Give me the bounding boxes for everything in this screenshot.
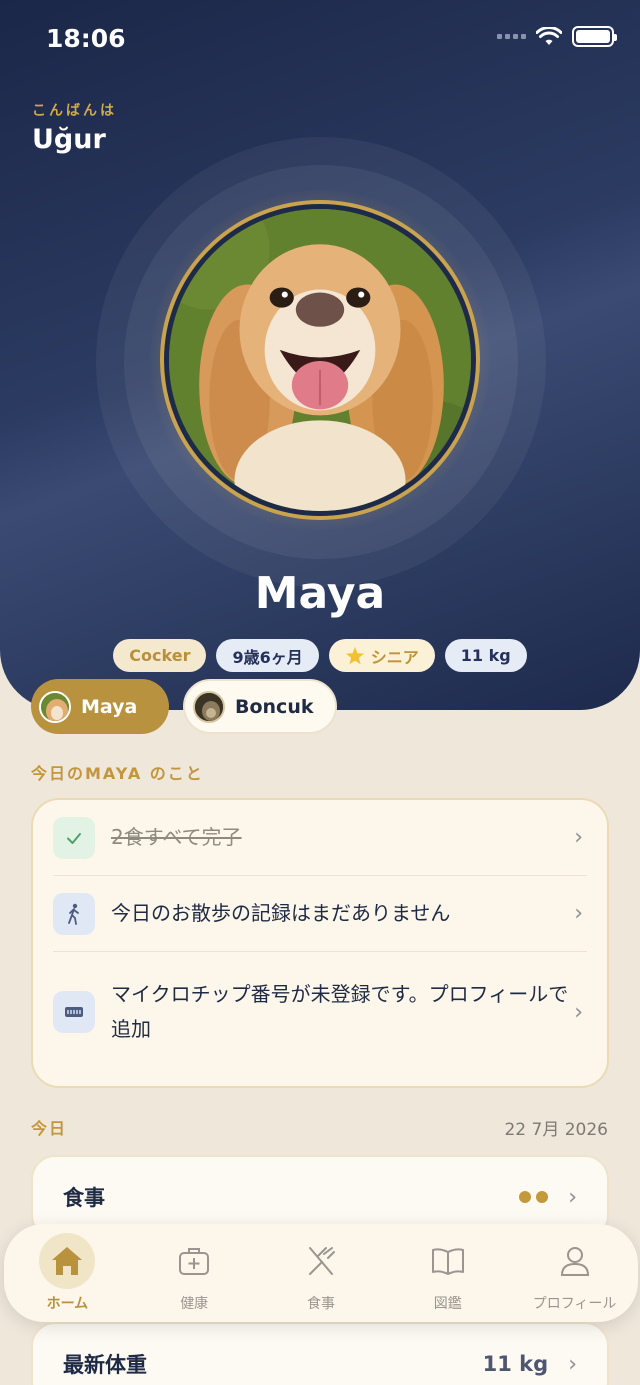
today-date: 22 7月 2026 (504, 1120, 608, 1140)
tab-label: プロフィール (532, 1296, 617, 1312)
weight-tag: 11 kg (444, 639, 527, 672)
task-text: 2食すべて完了 (111, 825, 242, 849)
home-icon (39, 1233, 96, 1289)
tab-bar: ホーム 健康 食事 図鑑 プロフィール (4, 1224, 638, 1322)
today-label: 今日 (31, 1119, 68, 1138)
wifi-icon (536, 26, 562, 45)
person-icon (547, 1233, 603, 1289)
hero-header: 18:06 こんばんは Uğur Maya Cocker 9歳6ヶ月 シニア 1… (0, 0, 640, 710)
senior-tag: シニア (328, 639, 435, 672)
weight-card[interactable]: 最新体重 11 kg › (31, 1322, 609, 1385)
breed-tag: Cocker (113, 639, 207, 672)
user-name: Uğur (32, 124, 106, 155)
task-text: 今日のお散歩の記録はまだありません (111, 901, 451, 925)
meal-dots (519, 1191, 549, 1203)
task-text: マイクロチップ番号が未登録です。プロフィールで追加 (111, 982, 569, 1041)
tab-encyclopedia[interactable]: 図鑑 (388, 1233, 508, 1313)
status-indicators (497, 26, 617, 47)
book-icon (420, 1233, 476, 1289)
battery-icon (572, 26, 617, 47)
tab-label: ホーム (46, 1296, 89, 1312)
pet-photo-image (169, 209, 471, 511)
meal-card-title: 食事 (63, 1186, 105, 1210)
greeting-label: こんばんは (32, 103, 117, 119)
tasks-card: 2食すべて完了 › 今日のお散歩の記録はまだありません › マイクロチップ番号が… (31, 798, 609, 1088)
status-time: 18:06 (46, 24, 126, 53)
pet-chip-label: Maya (81, 695, 138, 718)
tab-label: 図鑑 (433, 1296, 462, 1312)
pet-name-title: Maya (254, 568, 386, 619)
tab-profile[interactable]: プロフィール (515, 1233, 635, 1313)
tab-label: 健康 (180, 1296, 209, 1312)
microchip-icon (53, 991, 95, 1033)
fork-knife-icon (293, 1233, 349, 1289)
tab-health[interactable]: 健康 (134, 1233, 254, 1313)
chevron-right-icon: › (574, 901, 583, 926)
avatar (39, 690, 71, 723)
avatar (193, 690, 225, 723)
pet-chip-label: Boncuk (235, 695, 314, 718)
tab-home[interactable]: ホーム (7, 1233, 127, 1313)
tasks-section-label: 今日のMAYA のこと (31, 764, 204, 783)
age-tag: 9歳6ヶ月 (216, 639, 319, 672)
check-icon (53, 816, 95, 859)
task-row-meals[interactable]: 2食すべて完了 › (53, 800, 587, 876)
star-icon (345, 646, 364, 664)
tab-label: 食事 (306, 1296, 335, 1312)
tab-food[interactable]: 食事 (261, 1233, 381, 1313)
senior-tag-label: シニア (370, 647, 419, 667)
chevron-right-icon: › (574, 825, 583, 850)
task-row-microchip[interactable]: マイクロチップ番号が未登録です。プロフィールで追加 › (53, 952, 587, 1072)
pet-tags: Cocker 9歳6ヶ月 シニア 11 kg (0, 639, 640, 672)
chevron-right-icon: › (568, 1351, 577, 1377)
task-row-walk[interactable]: 今日のお散歩の記録はまだありません › (53, 876, 587, 952)
weight-card-value: 11 kg (482, 1352, 549, 1376)
pet-photo[interactable] (160, 200, 480, 520)
cellular-signal-icon (497, 34, 526, 39)
medical-kit-icon (166, 1233, 222, 1289)
pet-chip-boncuk[interactable]: Boncuk (183, 679, 337, 734)
weight-card-title: 最新体重 (63, 1353, 147, 1377)
pet-chip-maya[interactable]: Maya (31, 679, 169, 734)
chevron-right-icon: › (574, 999, 583, 1025)
chevron-right-icon: › (568, 1184, 577, 1210)
pet-switcher: Maya Boncuk (31, 679, 337, 734)
walking-icon (53, 892, 95, 935)
